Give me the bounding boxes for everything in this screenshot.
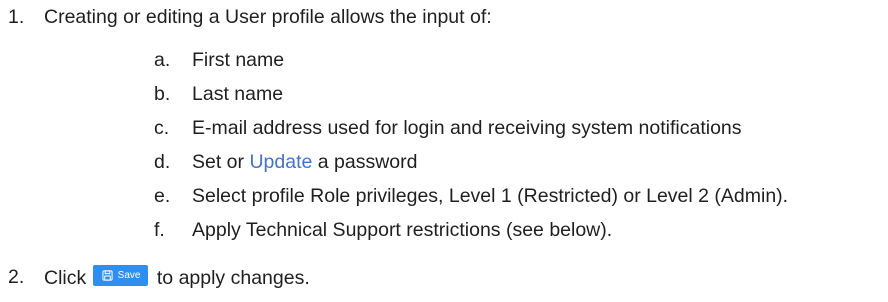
sub-item-text: Set or Update a password [192, 150, 417, 174]
list-marker: 2. [8, 266, 25, 288]
sub-marker: a. [154, 49, 171, 71]
list-marker: 1. [8, 6, 25, 28]
sub-item-text: E-mail address used for login and receiv… [192, 117, 742, 139]
sub-marker: e. [154, 185, 171, 207]
sub-marker: f. [154, 219, 165, 241]
sub-item-suffix: a password [312, 151, 418, 173]
update-link[interactable]: Update [249, 151, 312, 173]
list-item-text: Creating or editing a User profile allow… [44, 6, 492, 28]
list-item-text: Click Save to apply changes. [44, 265, 310, 290]
sub-item-text: Apply Technical Support restrictions (se… [192, 219, 613, 241]
click-suffix: to apply changes. [151, 267, 310, 289]
click-prefix: Click [44, 267, 92, 289]
sub-marker: d. [154, 151, 171, 173]
sub-item-text: First name [192, 49, 285, 71]
sub-item-prefix: Set or [192, 151, 250, 173]
instructions-document: 1. Creating or editing a User profile al… [0, 0, 888, 302]
sub-item-text: Last name [192, 83, 284, 105]
save-button-label: Save [117, 270, 141, 281]
save-icon [102, 270, 113, 281]
sub-marker: c. [154, 117, 170, 139]
save-button[interactable]: Save [92, 265, 149, 286]
sub-item-text: Select profile Role privileges, Level 1 … [192, 185, 789, 207]
sub-marker: b. [154, 83, 171, 105]
